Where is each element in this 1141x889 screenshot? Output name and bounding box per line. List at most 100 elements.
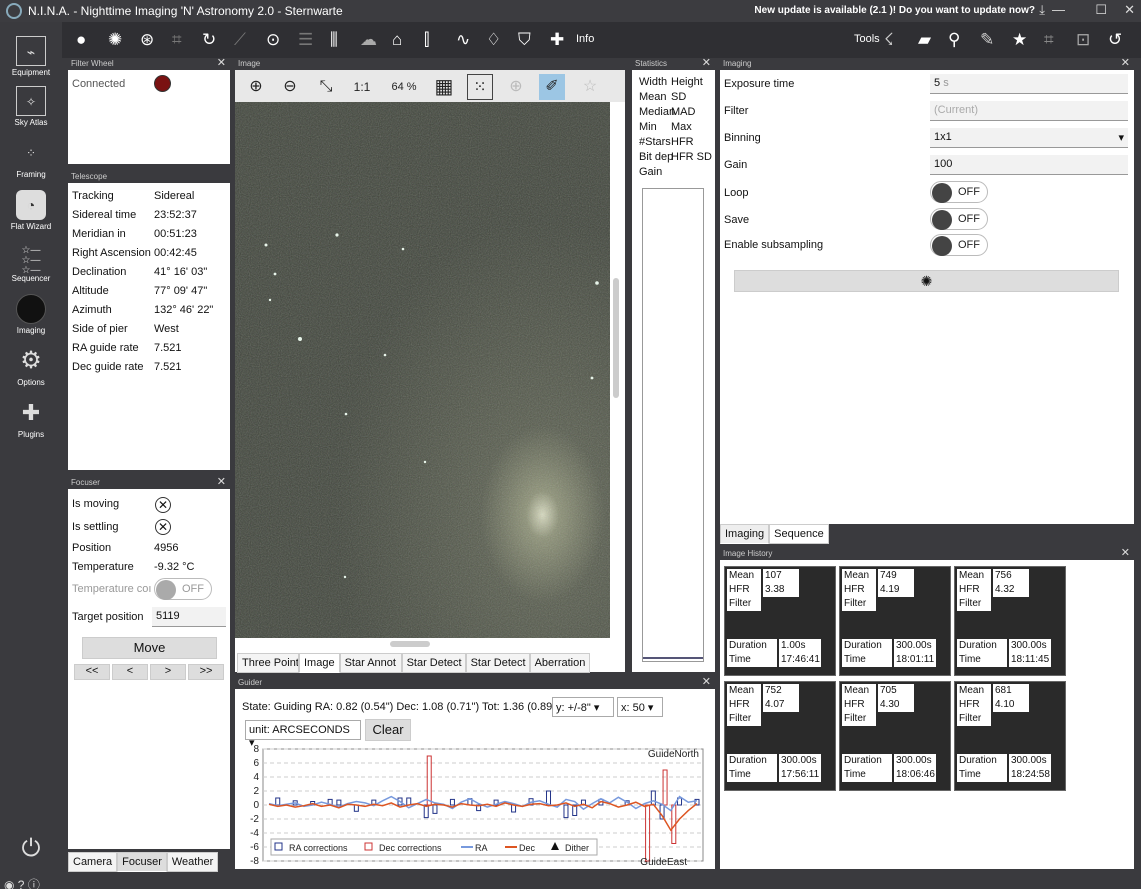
safety-icon[interactable]: ⛉ — [518, 30, 531, 50]
sidebar-item-sky-atlas[interactable]: ✧ Sky Atlas — [0, 86, 62, 127]
temp-comp-toggle[interactable]: OFF — [154, 578, 212, 600]
vertical-scrollbar[interactable] — [613, 278, 619, 398]
tab-aberration[interactable]: Aberration — [529, 653, 591, 673]
telescope-row: RA guide rate 7.521 — [72, 342, 182, 354]
one-to-one-button[interactable]: 1:1 — [349, 74, 375, 100]
y-scale-select[interactable]: y: +/-8" ▾ — [552, 697, 614, 717]
search-icon[interactable]: ⚲ — [948, 30, 960, 50]
move-button[interactable]: Move — [82, 637, 217, 659]
filter-label: Filter — [842, 712, 876, 726]
tab-camera[interactable]: Camera — [68, 852, 118, 872]
subsampling-toggle[interactable]: OFF — [930, 234, 988, 256]
capture-button[interactable]: ✺ — [734, 270, 1119, 292]
exposure-input[interactable]: 5 s — [930, 74, 1128, 94]
chevron-down-icon: ▾ — [1118, 132, 1124, 144]
histogram-icon[interactable]: ⫿ — [424, 30, 429, 50]
download-icon[interactable]: ⤓ — [1039, 2, 1045, 18]
maximize-button[interactable]: ☐ — [1095, 2, 1107, 18]
histogram-box — [642, 188, 704, 662]
target-icon[interactable]: ⊕ — [503, 74, 529, 100]
close-icon[interactable]: ✕ — [702, 677, 711, 688]
close-icon[interactable]: ✕ — [217, 58, 226, 69]
plate-solve-icon[interactable]: ▰ — [918, 30, 931, 50]
sidebar-item-sequencer[interactable]: ☆— ☆— ☆— Sequencer — [0, 242, 62, 284]
star-icon[interactable]: ★ — [1012, 30, 1027, 50]
save-toggle[interactable]: OFF — [930, 208, 988, 230]
switch-hub-icon[interactable]: ⫼ — [330, 30, 338, 50]
unit-select[interactable]: unit: ARCSECONDS ▾ — [245, 720, 361, 749]
history-thumbnail[interactable]: Mean 107 HFR 3.38 Filter Duration 1.00s Time 17:… — [724, 566, 836, 676]
zoom-out-icon[interactable]: ⊖ — [277, 74, 303, 100]
graph-icon[interactable]: ∿ — [456, 30, 470, 50]
step-far-right-button[interactable]: >> — [188, 664, 224, 680]
title-bar: N.I.N.A. - Nighttime Imaging 'N' Astrono… — [0, 0, 1141, 22]
aperture-icon[interactable]: ✺ — [108, 30, 122, 50]
stretch-icon[interactable]: ✐ — [539, 74, 565, 100]
minimize-button[interactable]: — — [1052, 2, 1065, 17]
fit-icon[interactable]: ⤡ — [313, 74, 339, 100]
connected-label: Connected — [72, 78, 126, 90]
horizontal-scrollbar[interactable] — [390, 641, 430, 647]
guider-icon[interactable]: ⊙ — [266, 30, 280, 50]
tab-weather[interactable]: Weather — [166, 852, 219, 872]
update-notice[interactable]: New update is available (2.1 )! Do you w… — [754, 5, 1035, 16]
star-icon[interactable]: ☆ — [577, 74, 603, 100]
history-icon[interactable]: ↺ — [1108, 30, 1122, 50]
history-thumbnail[interactable]: Mean 705 HFR 4.30 Filter Duration 300.00s Time 1… — [839, 681, 951, 791]
switch-icon[interactable]: ☰ — [298, 30, 313, 50]
sidebar-item-flat-wizard[interactable]: ◔ Flat Wizard — [0, 190, 62, 231]
tab-star-detection[interactable]: Star Detect — [401, 653, 466, 673]
rotator-icon[interactable]: ↻ — [202, 30, 216, 50]
autofocus-icon[interactable]: ⌗ — [1044, 30, 1054, 50]
tab-three-point[interactable]: Three Point — [237, 653, 299, 673]
close-icon[interactable]: ✕ — [702, 58, 711, 69]
tab-focuser[interactable]: Focuser — [117, 852, 167, 872]
x-scale-select[interactable]: x: 50 ▾ — [617, 697, 663, 717]
flat-panel-icon[interactable]: ♢ — [486, 30, 501, 50]
plugin-icon[interactable]: ✚ — [550, 30, 564, 50]
history-thumbnail[interactable]: Mean 749 HFR 4.19 Filter Duration 300.00s Time 1… — [839, 566, 951, 676]
close-icon[interactable]: ✕ — [1121, 548, 1130, 559]
tab-star-annotation[interactable]: Star Annot — [339, 653, 402, 673]
sidebar-item-options[interactable]: ⚙ Options — [0, 346, 62, 387]
close-button[interactable]: ✕ — [1124, 2, 1135, 18]
step-far-left-button[interactable]: << — [74, 664, 110, 680]
telescope-icon[interactable]: ⟋ — [234, 30, 246, 50]
tab-image[interactable]: Image — [299, 653, 340, 673]
loop-toggle[interactable]: OFF — [930, 181, 988, 203]
binning-select[interactable]: 1x1 ▾ — [930, 128, 1128, 148]
target-position-input[interactable]: 5119 — [152, 607, 226, 627]
step-right-button[interactable]: > — [150, 664, 186, 680]
weather-icon[interactable]: ☁ — [360, 30, 377, 50]
history-thumbnail[interactable]: Mean 756 HFR 4.32 Filter Duration 300.00s Time 1… — [954, 566, 1066, 676]
filter-wheel-icon[interactable]: ⊛ — [140, 30, 154, 50]
close-icon[interactable]: ✕ — [217, 477, 226, 488]
crosshair-icon[interactable]: ⁙ — [467, 74, 493, 100]
camera-status-icon[interactable]: ● — [76, 30, 86, 50]
polar-align-icon[interactable]: ⊡ — [1076, 30, 1090, 50]
tab-star-detection-2[interactable]: Star Detect — [465, 653, 530, 673]
tab-imaging[interactable]: Imaging — [720, 524, 770, 544]
step-left-button[interactable]: < — [112, 664, 148, 680]
dome-icon[interactable]: ⌂ — [392, 30, 402, 50]
gain-input[interactable]: 100 — [930, 155, 1128, 175]
history-thumbnail[interactable]: Mean 752 HFR 4.07 Filter Duration 300.00s Time 1… — [724, 681, 836, 791]
help-icons[interactable]: ◉ ? ⓘ — [4, 876, 40, 889]
sidebar-item-equipment[interactable]: ⌁ Equipment — [0, 36, 62, 77]
focus-icon[interactable]: ⌗ — [172, 30, 182, 50]
grid-icon[interactable]: ▦ — [431, 74, 457, 100]
info-label[interactable]: Info — [576, 33, 594, 45]
flip-icon[interactable]: ☇ — [884, 30, 894, 50]
filter-select[interactable]: (Current) — [930, 101, 1128, 121]
sidebar-item-imaging[interactable]: Imaging — [0, 294, 62, 335]
statistics-row: Width Height — [639, 76, 713, 88]
close-icon[interactable]: ✕ — [1121, 58, 1130, 69]
power-button[interactable]: ⏻ — [0, 834, 62, 866]
brush-icon[interactable]: ✎ — [980, 30, 994, 50]
zoom-in-icon[interactable]: ⊕ — [243, 74, 269, 100]
clear-button[interactable]: Clear — [365, 719, 411, 741]
tab-sequence[interactable]: Sequence — [769, 524, 829, 544]
sidebar-item-plugins[interactable]: ✚ Plugins — [0, 398, 62, 439]
sidebar-item-framing[interactable]: ⁘ Framing — [0, 138, 62, 179]
history-thumbnail[interactable]: Mean 681 HFR 4.10 Filter Duration 300.00s Time 1… — [954, 681, 1066, 791]
